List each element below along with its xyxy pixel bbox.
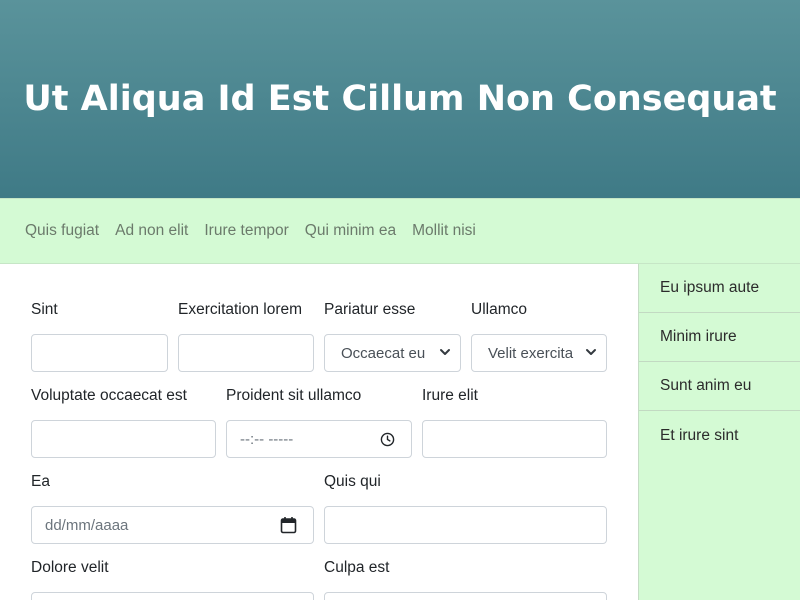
- field-ullamco: Ullamco Velit exercita: [471, 300, 607, 372]
- field-label: Voluptate occaecat est: [31, 387, 187, 404]
- page-title: Ut Aliqua Id Est Cillum Non Consequat: [23, 79, 777, 119]
- irure-elit-input[interactable]: [422, 420, 607, 458]
- field-sint: Sint: [31, 300, 168, 372]
- time-placeholder: --:-- -----: [240, 430, 294, 448]
- field-label: Pariatur esse: [324, 301, 416, 318]
- ea-date-input[interactable]: dd/mm/aaaa: [31, 506, 314, 544]
- field-label: Irure elit: [422, 387, 478, 404]
- field-voluptate-occaecat-est: Voluptate occaecat est: [31, 386, 216, 458]
- clock-icon[interactable]: [380, 432, 395, 447]
- pariatur-esse-select[interactable]: Occaecat eu: [324, 334, 461, 372]
- field-label: Ullamco: [471, 301, 527, 318]
- voluptate-occaecat-est-input[interactable]: [31, 420, 216, 458]
- top-nav: Quis fugiat Ad non elit Irure tempor Qui…: [0, 198, 800, 264]
- sidebar-item-et-irure-sint[interactable]: Et irure sint: [639, 411, 800, 460]
- sidebar: Eu ipsum aute Minim irure Sunt anim eu E…: [638, 264, 800, 600]
- quis-qui-input[interactable]: [324, 506, 607, 544]
- field-label: Exercitation lorem: [178, 301, 303, 318]
- proident-sit-ullamco-time-input[interactable]: --:-- -----: [226, 420, 412, 458]
- select-value: Occaecat eu: [341, 344, 426, 362]
- sidebar-item-eu-ipsum-aute[interactable]: Eu ipsum aute: [639, 264, 800, 313]
- field-pariatur-esse: Pariatur esse Occaecat eu: [324, 300, 461, 372]
- field-dolore-velit: Dolore velit: [31, 558, 314, 600]
- dolore-velit-input[interactable]: [31, 592, 314, 600]
- chevron-down-icon: [586, 349, 596, 355]
- nav-link-mollit-nisi[interactable]: Mollit nisi: [404, 222, 484, 240]
- field-quis-qui: Quis qui: [324, 472, 607, 544]
- ullamco-select[interactable]: Velit exercita: [471, 334, 607, 372]
- field-exercitation-lorem: Exercitation lorem: [178, 300, 314, 372]
- sidebar-item-minim-irure[interactable]: Minim irure: [639, 313, 800, 362]
- page-header: Ut Aliqua Id Est Cillum Non Consequat: [0, 0, 800, 198]
- nav-link-ad-non-elit[interactable]: Ad non elit: [107, 222, 196, 240]
- exercitation-lorem-input[interactable]: [178, 334, 314, 372]
- calendar-icon[interactable]: [280, 516, 297, 534]
- field-label: Quis qui: [324, 473, 381, 490]
- sidebar-item-sunt-anim-eu[interactable]: Sunt anim eu: [639, 362, 800, 411]
- field-ea: Ea dd/mm/aaaa: [31, 472, 314, 544]
- date-placeholder: dd/mm/aaaa: [45, 516, 129, 534]
- field-label: Culpa est: [324, 559, 390, 576]
- select-value: Velit exercita: [488, 344, 574, 362]
- field-label: Dolore velit: [31, 559, 109, 576]
- nav-link-quis-fugiat[interactable]: Quis fugiat: [17, 222, 107, 240]
- culpa-est-input[interactable]: [324, 592, 607, 600]
- field-culpa-est: Culpa est: [324, 558, 607, 600]
- chevron-down-icon: [440, 349, 450, 355]
- field-irure-elit: Irure elit: [422, 386, 607, 458]
- field-label: Proident sit ullamco: [226, 387, 362, 404]
- sint-input[interactable]: [31, 334, 168, 372]
- nav-link-irure-tempor[interactable]: Irure tempor: [196, 222, 296, 240]
- field-label: Sint: [31, 301, 58, 318]
- form-area: Sint Exercitation lorem Pariatur esse Oc…: [0, 264, 638, 600]
- nav-link-qui-minim-ea[interactable]: Qui minim ea: [297, 222, 404, 240]
- field-proident-sit-ullamco: Proident sit ullamco --:-- -----: [226, 386, 412, 458]
- field-label: Ea: [31, 473, 50, 490]
